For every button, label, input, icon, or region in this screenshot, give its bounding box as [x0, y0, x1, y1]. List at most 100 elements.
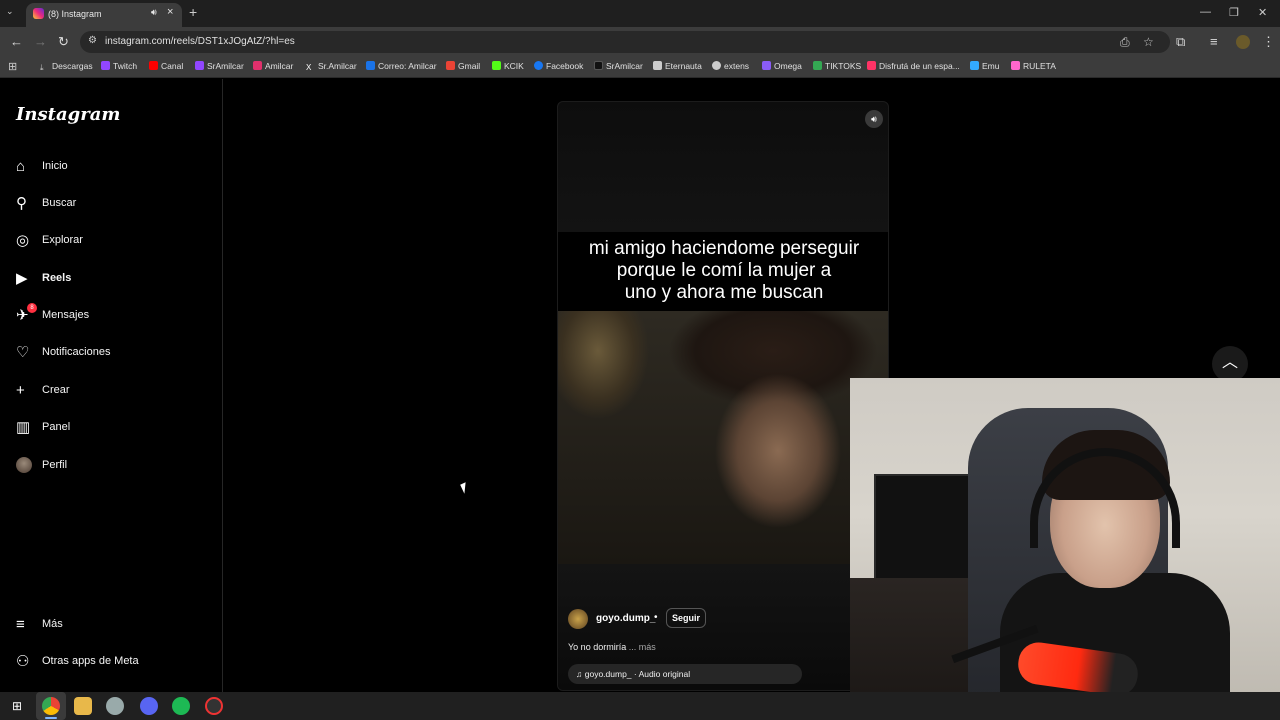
instagram-logo[interactable]: Instagram: [16, 104, 120, 125]
sidebar-item-mensajes[interactable]: ✈ 8 Mensajes: [16, 303, 216, 331]
webcam-overlay: [850, 378, 1280, 720]
media-controls-icon[interactable]: ≡: [1210, 34, 1218, 49]
address-toolbar: ← → ↻ ⚙ instagram.com/reels/DST1xJOgAtZ/…: [0, 27, 1280, 56]
windows-start-icon[interactable]: ⊞: [8, 697, 26, 715]
avatar-icon: [16, 457, 34, 475]
forward-icon[interactable]: →: [34, 34, 47, 49]
reel-player[interactable]: 🔊︎ mi amigo haciendome perseguir porque …: [557, 101, 889, 691]
sidebar-item-label: Notificaciones: [42, 346, 111, 358]
plus-icon: +: [16, 382, 25, 399]
sidebar-item-explorar[interactable]: ◎ Explorar: [16, 232, 216, 256]
bookmark-tiktoks[interactable]: TIKTOKS: [813, 61, 861, 71]
obs-icon[interactable]: [205, 697, 223, 715]
bookmark-omega[interactable]: Omega: [762, 61, 802, 71]
bookmark-canal[interactable]: Canal: [149, 61, 183, 71]
video-frame[interactable]: [558, 311, 888, 564]
profile-avatar-icon[interactable]: [1236, 35, 1250, 49]
tab-search-icon[interactable]: ⌄: [6, 6, 14, 17]
install-app-icon[interactable]: ⎙: [1120, 35, 1130, 50]
chart-icon: ▥: [16, 419, 31, 436]
extensions-icon[interactable]: ⧉: [1176, 34, 1185, 50]
sidebar-item-label: Panel: [42, 421, 71, 433]
restore-icon[interactable]: ❐: [1229, 6, 1239, 19]
sidebar-item-buscar[interactable]: ⚲ Buscar: [16, 195, 216, 219]
bookmark-amilcar[interactable]: Amilcar: [253, 61, 293, 71]
audio-link[interactable]: ♫ goyo.dump_ · Audio original: [568, 664, 802, 684]
sidebar-item-notificaciones[interactable]: ♡ Notificaciones: [16, 344, 216, 368]
sidebar-item-otras-apps[interactable]: ⚇ Otras apps de Meta: [16, 653, 216, 677]
bookmark-label: Correo: Amilcar: [378, 61, 437, 71]
x-icon: X: [306, 63, 312, 72]
minimize-icon[interactable]: —: [1200, 6, 1211, 18]
spotify-icon[interactable]: [172, 697, 190, 715]
window-close-icon[interactable]: ✕: [1258, 6, 1267, 19]
bookmark-label: Canal: [161, 61, 184, 71]
bookmark-disfruta[interactable]: Disfrutá de un espa...: [867, 61, 960, 71]
sidebar-item-mas[interactable]: ≡ Más: [16, 616, 216, 640]
bookmark-star-icon[interactable]: ☆: [1143, 35, 1154, 49]
app-icon[interactable]: [106, 697, 124, 715]
bookmark-gmail[interactable]: Gmail: [446, 61, 480, 71]
chrome-icon[interactable]: [42, 697, 60, 715]
bookmark-tiktok[interactable]: SrAmilcar: [594, 61, 643, 71]
bookmark-sramilcar[interactable]: SrAmilcar: [195, 61, 244, 71]
bookmark-emu[interactable]: Emu: [970, 61, 999, 71]
file-explorer-icon[interactable]: [74, 697, 92, 715]
bookmark-eternauta[interactable]: Eternauta: [653, 61, 702, 71]
author-name[interactable]: goyo.dump_: [596, 613, 655, 624]
site-info-icon[interactable]: ⚙: [88, 35, 97, 46]
gmail-icon: [446, 61, 455, 70]
sidebar: Instagram ⌂ Inicio ⚲ Buscar ◎ Explorar ▶…: [0, 79, 223, 692]
plus-icon[interactable]: +: [189, 4, 197, 20]
kebab-menu-icon[interactable]: ⋮: [1262, 34, 1275, 50]
speaker-icon[interactable]: 🔊︎: [865, 110, 883, 128]
close-icon[interactable]: ×: [167, 6, 173, 18]
url-text[interactable]: instagram.com/reels/DST1xJOgAtZ/?hl=es: [105, 36, 295, 47]
reels-icon: ▶: [16, 270, 28, 287]
active-indicator: [45, 717, 57, 719]
facebook-icon: [534, 61, 543, 70]
browser-tab[interactable]: (8) Instagram 🔊︎ ×: [26, 3, 182, 27]
instagram-icon: [253, 61, 262, 70]
bookmark-ruleta[interactable]: RULETA: [1011, 61, 1056, 71]
address-bar[interactable]: ⚙ instagram.com/reels/DST1xJOgAtZ/?hl=es…: [80, 31, 1170, 53]
bookmark-label: Disfrutá de un espa...: [879, 61, 960, 71]
browser-tab-strip: ⌄ (8) Instagram 🔊︎ × + — ❐ ✕: [0, 0, 1280, 27]
bookmark-descargas[interactable]: ⤓ Descargas: [40, 61, 93, 72]
apps-grid-icon[interactable]: ⊞: [8, 60, 17, 73]
speaker-icon[interactable]: 🔊︎: [151, 7, 157, 18]
discord-icon[interactable]: [140, 697, 158, 715]
bookmark-twitch[interactable]: Twitch: [101, 61, 137, 71]
bookmark-label: SrAmilcar: [207, 61, 244, 71]
document-icon: [653, 61, 662, 70]
bookmark-correo[interactable]: Correo: Amilcar: [366, 61, 437, 71]
back-icon[interactable]: ←: [10, 34, 23, 49]
bookmark-extens[interactable]: extens: [712, 61, 749, 71]
video-caption-overlay: mi amigo haciendome perseguir porque le …: [558, 232, 888, 312]
reel-description: Yo no dormiría ... más: [568, 642, 656, 652]
chevron-up-icon[interactable]: ︿: [1212, 346, 1248, 382]
bookmark-facebook[interactable]: Facebook: [534, 61, 583, 71]
more-link[interactable]: ... más: [629, 642, 656, 652]
reload-icon[interactable]: ↻: [58, 34, 69, 50]
sidebar-item-label: Más: [42, 618, 63, 630]
caption-line: mi amigo haciendome perseguir: [588, 238, 860, 259]
heart-icon: ♡: [16, 344, 30, 361]
notification-badge: 8: [27, 303, 37, 313]
sidebar-item-reels[interactable]: ▶ Reels: [16, 270, 216, 294]
follow-button[interactable]: Seguir: [666, 608, 706, 628]
sidebar-item-label: Buscar: [42, 197, 77, 209]
sidebar-item-panel[interactable]: ▥ Panel: [16, 419, 216, 443]
bookmark-label: Omega: [774, 61, 802, 71]
sidebar-item-inicio[interactable]: ⌂ Inicio: [16, 158, 216, 182]
bookmark-label: Facebook: [546, 61, 584, 71]
reel-info: goyo.dump_ • Seguir Yo no dormiría ... m…: [558, 564, 888, 690]
bookmark-label: SrAmilcar: [606, 61, 643, 71]
bookmark-x[interactable]: X Sr.Amilcar: [306, 61, 357, 72]
extension-icon: [712, 61, 721, 70]
sidebar-item-crear[interactable]: + Crear: [16, 382, 216, 406]
author-avatar[interactable]: [568, 609, 588, 629]
sidebar-item-perfil[interactable]: Perfil: [16, 457, 216, 481]
bookmark-label: Gmail: [458, 61, 481, 71]
bookmark-kick[interactable]: KCIK: [492, 61, 524, 71]
